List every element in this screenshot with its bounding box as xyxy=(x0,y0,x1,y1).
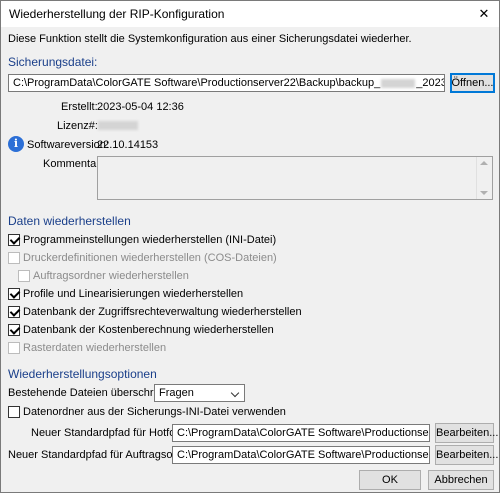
hotfolder-path-field[interactable]: C:\ProgramData\ColorGATE Software\Produc… xyxy=(172,424,430,442)
backup-path-suffix: _20230504_1236.zip xyxy=(416,77,444,89)
ok-button[interactable]: OK xyxy=(359,470,421,490)
window-title: Wiederherstellung der RIP-Konfiguration xyxy=(9,7,225,21)
checkmark-icon xyxy=(9,324,21,335)
restore-data-section-title: Daten wiederherstellen xyxy=(8,214,131,228)
edit-jobfolder-button[interactable]: Bearbeiten... xyxy=(435,445,498,465)
dialog-description: Diese Funktion stellt die Systemkonfigur… xyxy=(8,33,412,45)
backup-section-title: Sicherungsdatei: xyxy=(8,55,98,69)
restore-dialog: Wiederherstellung der RIP-Konfiguration … xyxy=(0,0,500,493)
options-section-title: Wiederherstellungsoptionen xyxy=(8,367,157,381)
profiles-label: Profile und Linearisierungen wiederherst… xyxy=(23,288,244,300)
use-ini-folder-label: Datenordner aus der Sicherungs-INI-Datei… xyxy=(23,406,286,418)
overwrite-select[interactable]: Fragen xyxy=(154,384,245,402)
checkbox-printer-definitions[interactable] xyxy=(8,252,20,264)
comment-label: Kommentar: xyxy=(43,158,103,170)
access-rights-db-label: Datenbank der Zugriffsrechteverwaltung w… xyxy=(23,306,302,318)
program-settings-label: Programmeinstellungen wiederherstellen (… xyxy=(23,234,277,246)
job-folders-label: Auftragsordner wiederherstellen xyxy=(33,270,189,282)
backup-path-field[interactable]: C:\ProgramData\ColorGATE Software\Produc… xyxy=(8,74,445,92)
close-icon[interactable]: ✕ xyxy=(469,1,499,27)
comment-textarea[interactable] xyxy=(97,156,493,200)
chevron-down-icon xyxy=(230,388,240,398)
cost-db-label: Datenbank der Kostenberechnung wiederher… xyxy=(23,324,274,336)
checkbox-job-folders[interactable] xyxy=(18,270,30,282)
created-label: Erstellt: xyxy=(61,101,98,113)
raster-data-label: Rasterdaten wiederherstellen xyxy=(23,342,167,354)
overwrite-value: Fragen xyxy=(159,387,194,399)
printer-definitions-label: Druckerdefinitionen wiederherstellen (CO… xyxy=(23,252,277,264)
checkmark-icon xyxy=(9,306,21,317)
checkbox-use-ini-folder[interactable] xyxy=(8,406,20,418)
redacted-serial xyxy=(381,78,416,88)
license-label: Lizenz#: xyxy=(57,120,98,132)
checkbox-access-rights-db[interactable] xyxy=(8,306,21,318)
cancel-button[interactable]: Abbrechen xyxy=(428,470,494,490)
open-button[interactable]: Öffnen... xyxy=(450,73,495,93)
created-value: 2023-05-04 12:36 xyxy=(97,101,184,113)
scroll-down-icon[interactable] xyxy=(480,191,488,195)
software-version-value: 22.10.14153 xyxy=(97,139,159,151)
edit-hotfolder-button[interactable]: Bearbeiten... xyxy=(435,423,498,443)
checkbox-raster-data[interactable] xyxy=(8,342,20,354)
jobfolder-path-field[interactable]: C:\ProgramData\ColorGATE Software\Produc… xyxy=(172,446,430,464)
checkbox-profiles[interactable] xyxy=(8,288,21,300)
scroll-up-icon[interactable] xyxy=(480,161,488,165)
info-icon: i xyxy=(8,136,24,152)
checkmark-icon xyxy=(9,288,21,299)
comment-scrollbar[interactable] xyxy=(476,157,492,199)
redacted-license xyxy=(98,121,138,130)
checkbox-program-settings[interactable] xyxy=(8,234,21,246)
title-bar: Wiederherstellung der RIP-Konfiguration … xyxy=(1,1,499,27)
checkbox-cost-db[interactable] xyxy=(8,324,21,336)
backup-path-prefix: C:\ProgramData\ColorGATE Software\Produc… xyxy=(13,77,381,89)
checkmark-icon xyxy=(9,234,21,245)
